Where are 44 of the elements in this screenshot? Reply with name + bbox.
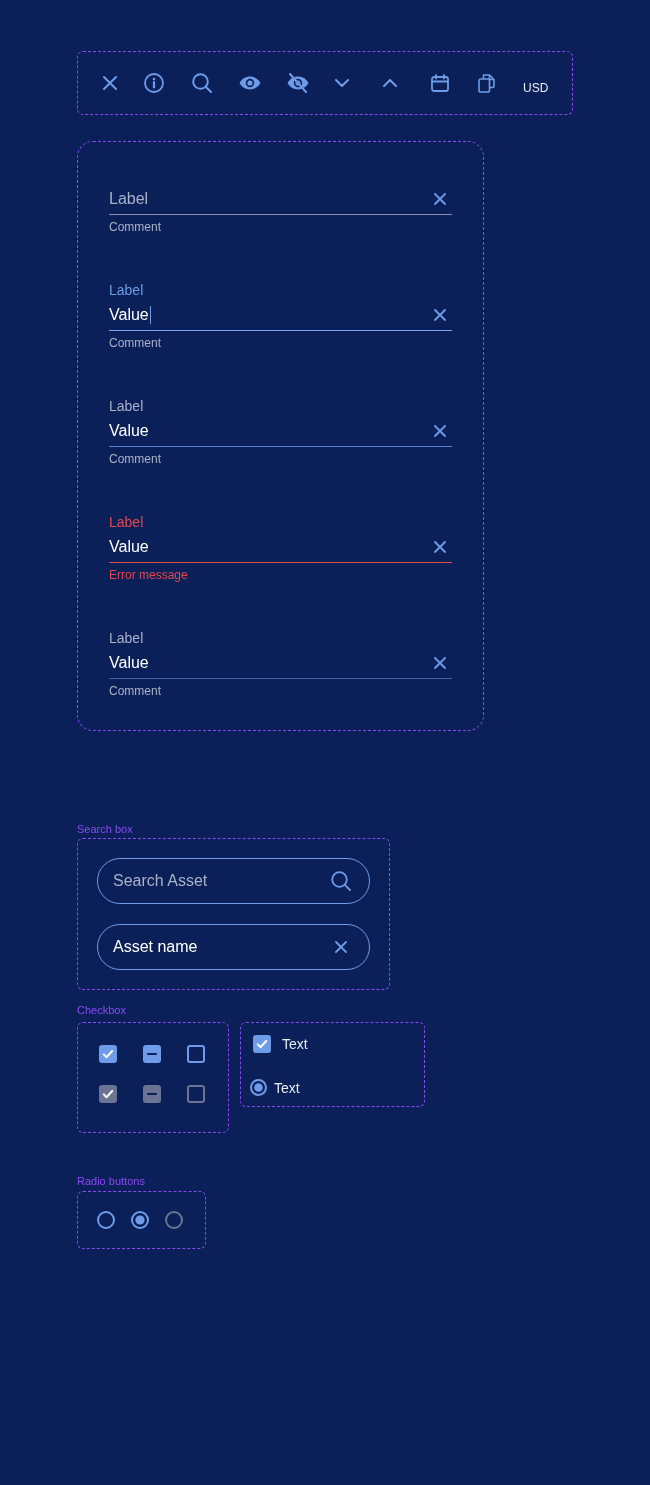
text-field[interactable]: Value bbox=[109, 652, 452, 679]
helper-text: Comment bbox=[109, 219, 161, 235]
text-field[interactable]: Value bbox=[109, 420, 452, 447]
currency-label: USD bbox=[523, 80, 549, 95]
close-icon[interactable] bbox=[103, 76, 117, 90]
close-icon[interactable] bbox=[434, 657, 446, 669]
checkbox[interactable] bbox=[99, 1045, 117, 1063]
helper-text: Comment bbox=[109, 451, 161, 467]
field-label: Label bbox=[109, 629, 144, 647]
eye-icon[interactable] bbox=[239, 76, 261, 90]
close-icon[interactable] bbox=[335, 941, 347, 953]
search-icon[interactable] bbox=[331, 871, 351, 891]
text-cursor-icon bbox=[149, 306, 151, 324]
option-label: Text bbox=[282, 1036, 308, 1052]
field-label: Label bbox=[109, 281, 144, 299]
field-label: Label bbox=[109, 513, 144, 531]
close-icon[interactable] bbox=[434, 425, 446, 437]
chevron-down-icon[interactable] bbox=[335, 79, 349, 87]
radio-button[interactable] bbox=[97, 1211, 115, 1229]
checkbox[interactable] bbox=[187, 1045, 205, 1063]
text-field[interactable]: Value bbox=[109, 304, 452, 331]
copy-icon[interactable] bbox=[478, 73, 495, 93]
text-field[interactable]: Value bbox=[109, 536, 452, 563]
helper-text: Error message bbox=[109, 567, 188, 583]
calendar-icon[interactable] bbox=[431, 74, 449, 92]
close-icon[interactable] bbox=[434, 541, 446, 553]
section-title: Radio buttons bbox=[77, 1175, 145, 1188]
close-icon[interactable] bbox=[434, 193, 446, 205]
search-icon[interactable] bbox=[192, 73, 212, 93]
helper-text: Comment bbox=[109, 683, 161, 699]
chevron-up-icon[interactable] bbox=[383, 79, 397, 87]
option-label: Text bbox=[274, 1079, 300, 1096]
eye-slash-icon[interactable] bbox=[287, 73, 309, 93]
checkbox[interactable] bbox=[143, 1045, 161, 1063]
section-title: Search box bbox=[77, 823, 133, 836]
helper-text: Comment bbox=[109, 335, 161, 351]
text-field[interactable]: Label bbox=[109, 188, 452, 215]
section-title: Checkbox bbox=[77, 1004, 126, 1017]
field-label: Label bbox=[109, 397, 144, 415]
checkbox[interactable] bbox=[253, 1035, 271, 1053]
radio-button[interactable] bbox=[250, 1079, 267, 1096]
radio-button[interactable] bbox=[131, 1211, 149, 1229]
info-icon[interactable] bbox=[144, 73, 164, 93]
close-icon[interactable] bbox=[434, 309, 446, 321]
